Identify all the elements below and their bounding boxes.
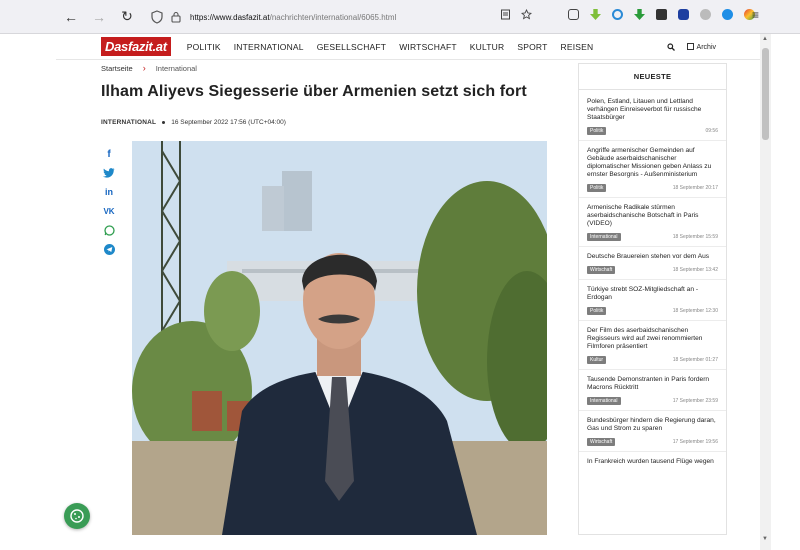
back-arrow-icon[interactable]: ← [60, 6, 82, 28]
forward-arrow-icon[interactable]: → [88, 6, 110, 28]
category-badge[interactable]: Kultur [587, 356, 607, 364]
whatsapp-icon[interactable] [103, 224, 115, 236]
article-category[interactable]: INTERNATIONAL [101, 119, 156, 126]
news-title[interactable]: Angriffe armenischer Gemeinden auf Gebäu… [587, 147, 718, 179]
linkedin-icon[interactable]: in [103, 186, 115, 198]
scroll-down-icon[interactable]: ▼ [762, 536, 768, 542]
news-item[interactable]: Armenische Radikale stürmen aserbaidscha… [579, 198, 726, 247]
sync-icon[interactable] [612, 9, 623, 20]
url-path: /nachrichten/international/6065.html [269, 12, 397, 22]
cookie-icon [70, 509, 84, 523]
news-time: 18 September 20:17 [672, 185, 718, 191]
bookmark-star-icon[interactable] [521, 9, 532, 20]
nav-kultur[interactable]: KULTUR [470, 42, 505, 52]
cookie-settings-button[interactable] [64, 503, 90, 529]
facebook-icon[interactable]: f [103, 148, 115, 160]
nav-international[interactable]: INTERNATIONAL [234, 42, 304, 52]
category-badge[interactable]: Wirtschaft [587, 266, 616, 274]
twitter-icon[interactable] [103, 167, 115, 179]
download-icon[interactable] [590, 9, 601, 20]
news-title[interactable]: Deutsche Brauereien stehen vor dem Aus [587, 253, 718, 261]
article-hero-image [132, 141, 547, 535]
article-title: Ilham Aliyevs Siegesserie über Armenien … [101, 83, 527, 100]
breadcrumb-current[interactable]: International [156, 64, 197, 73]
site-logo[interactable]: Dasfazit.at [101, 37, 171, 56]
article-date: 16 September 2022 17:56 (UTC+04:00) [171, 119, 286, 126]
archive-label: Archiv [696, 43, 716, 51]
share-bar: f in VK [103, 148, 115, 255]
calendar-icon [686, 42, 694, 50]
news-item[interactable]: Deutsche Brauereien stehen vor dem Aus W… [579, 247, 726, 280]
url-host: https://www.dasfazit.at [190, 12, 270, 22]
scroll-thumb[interactable] [762, 48, 769, 140]
news-title[interactable]: Polen, Estland, Litauen und Lettland ver… [587, 98, 718, 122]
arrow-down-icon[interactable] [634, 9, 645, 20]
news-time: 17 September 23:59 [672, 398, 718, 404]
news-time: 17 September 19:56 [672, 439, 718, 445]
category-badge[interactable]: International [587, 397, 621, 405]
nav-politik[interactable]: POLITIK [187, 42, 221, 52]
news-time: 18 September 12:30 [672, 308, 718, 314]
news-title[interactable]: Der Film des aserbaidschanischen Regisse… [587, 327, 718, 351]
news-time: 18 September 01:27 [672, 357, 718, 363]
address-bar[interactable]: https://www.dasfazit.at/nachrichten/inte… [150, 6, 530, 28]
pocket-icon[interactable] [568, 9, 579, 20]
category-badge[interactable]: Wirtschaft [587, 438, 616, 446]
reader-view-icon[interactable] [500, 9, 511, 20]
nav-reisen[interactable]: REISEN [560, 42, 593, 52]
nav-wirtschaft[interactable]: WIRTSCHAFT [399, 42, 457, 52]
meta-dot [162, 121, 166, 124]
news-item[interactable]: Polen, Estland, Litauen und Lettland ver… [579, 90, 726, 141]
news-item[interactable]: Bundesbürger hindern die Regierung daran… [579, 411, 726, 452]
gray-circle-icon[interactable] [700, 9, 711, 20]
news-time: 18 September 13:42 [672, 267, 718, 273]
category-badge[interactable]: Politik [587, 184, 607, 192]
news-item[interactable]: Angriffe armenischer Gemeinden auf Gebäu… [579, 141, 726, 198]
puzzle-icon[interactable] [656, 9, 667, 20]
news-item[interactable]: Türkiye strebt SOZ-Mitgliedschaft an - E… [579, 280, 726, 321]
shield-icon[interactable] [150, 10, 164, 24]
news-title[interactable]: Bundesbürger hindern die Regierung daran… [587, 417, 718, 433]
url-text[interactable]: https://www.dasfazit.at/nachrichten/inte… [190, 13, 396, 22]
archive-link[interactable]: Archiv [686, 42, 716, 51]
site-header: Dasfazit.at POLITIK INTERNATIONAL GESELL… [56, 34, 760, 60]
reload-icon[interactable]: ↻ [116, 6, 138, 28]
category-badge[interactable]: Politik [587, 307, 607, 315]
article-meta: INTERNATIONAL 16 September 2022 17:56 (U… [101, 119, 286, 126]
vk-icon[interactable]: VK [103, 205, 115, 217]
news-time: 09:56 [705, 128, 718, 134]
news-title[interactable]: Armenische Radikale stürmen aserbaidscha… [587, 204, 718, 228]
page-scrollbar[interactable]: ▲ ▼ [760, 34, 771, 550]
lock-icon[interactable] [170, 11, 182, 23]
search-icon[interactable] [666, 42, 675, 51]
news-title[interactable]: In Frankreich wurden tausend Flüge wegen [587, 458, 718, 466]
category-badge[interactable]: International [587, 233, 621, 241]
main-nav: POLITIK INTERNATIONAL GESELLSCHAFT WIRTS… [187, 42, 594, 52]
telegram-icon[interactable] [103, 243, 115, 255]
breadcrumb-home[interactable]: Startseite [101, 64, 133, 73]
blue-circle-icon[interactable] [722, 9, 733, 20]
category-badge[interactable]: Politik [587, 127, 607, 135]
latest-news-sidebar: NEUESTE Polen, Estland, Litauen und Lett… [578, 63, 727, 535]
nav-sport[interactable]: SPORT [517, 42, 547, 52]
chevron-right-icon: › [142, 63, 146, 73]
nav-gesellschaft[interactable]: GESELLSCHAFT [317, 42, 386, 52]
menu-icon[interactable]: ≡ [752, 8, 759, 22]
scroll-up-icon[interactable]: ▲ [762, 36, 768, 42]
sidebar-heading: NEUESTE [579, 64, 726, 90]
news-time: 18 September 15:59 [672, 234, 718, 240]
news-item[interactable]: In Frankreich wurden tausend Flüge wegen [579, 452, 726, 466]
news-title[interactable]: Türkiye strebt SOZ-Mitgliedschaft an - E… [587, 286, 718, 302]
news-item[interactable]: Tausende Demonstranten in Paris fordern … [579, 370, 726, 411]
shield-blue-icon[interactable] [678, 9, 689, 20]
news-title[interactable]: Tausende Demonstranten in Paris fordern … [587, 376, 718, 392]
news-item[interactable]: Der Film des aserbaidschanischen Regisse… [579, 321, 726, 370]
breadcrumb: Startseite › International [101, 63, 197, 73]
